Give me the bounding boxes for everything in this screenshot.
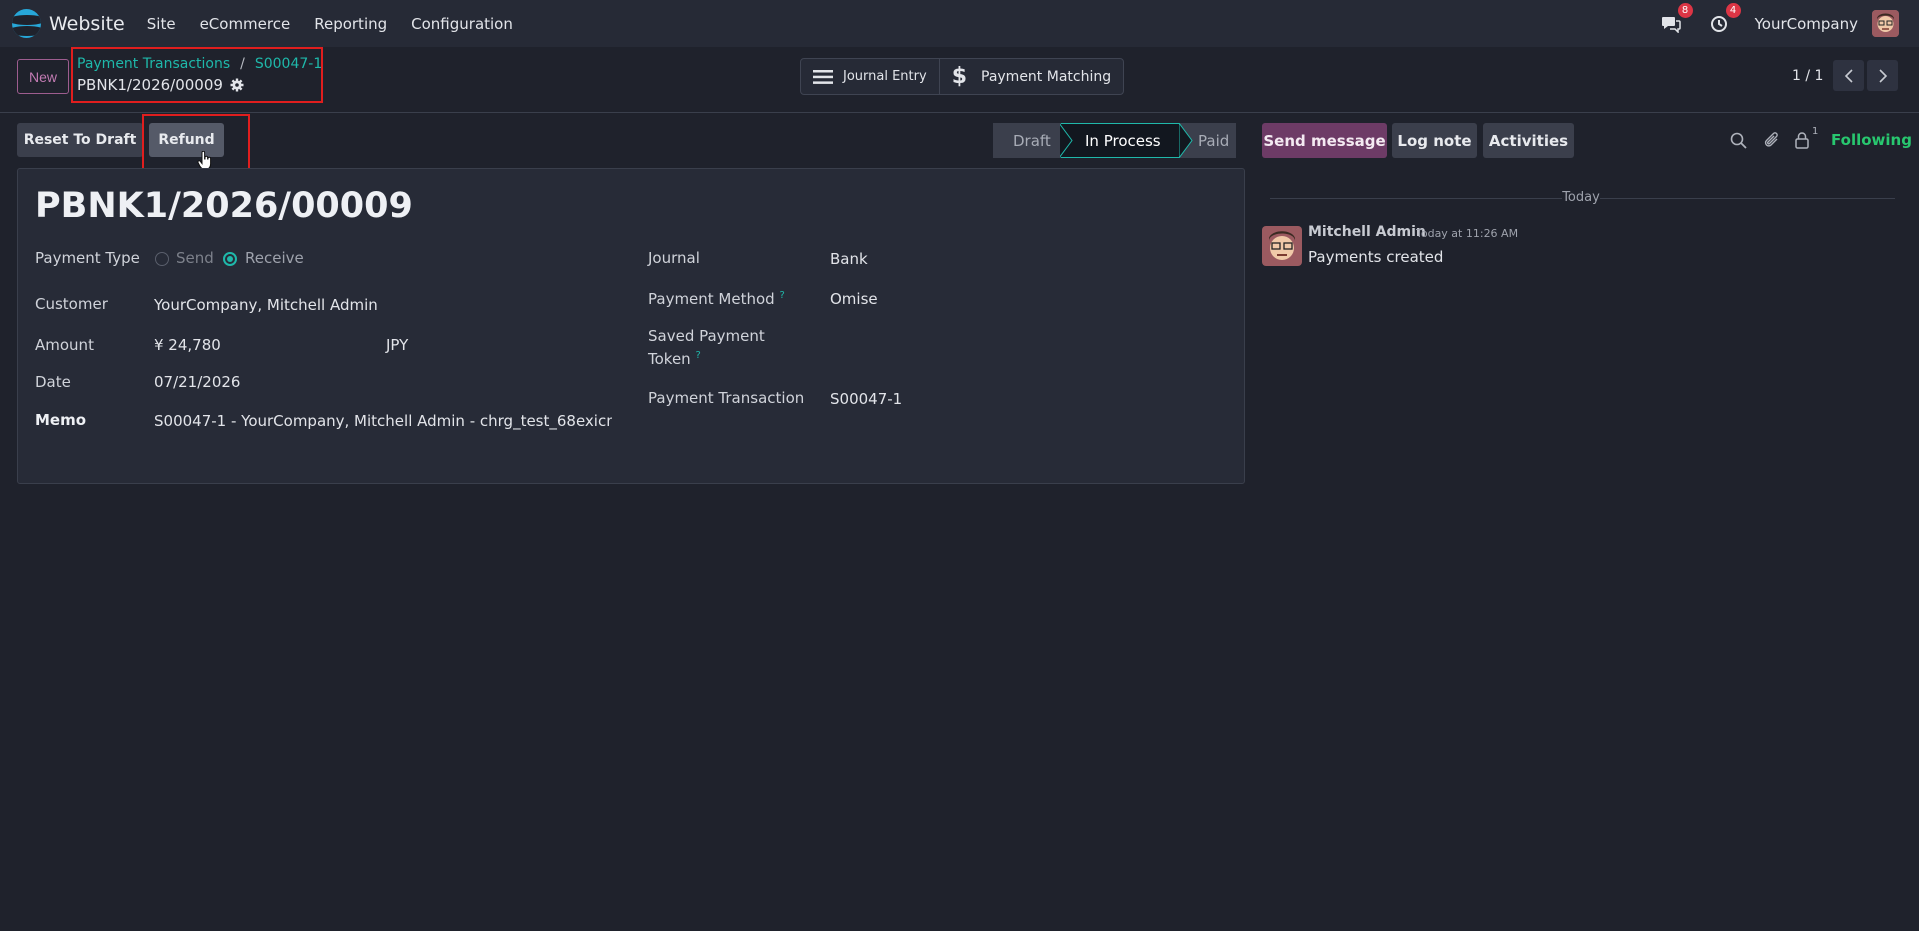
- payment-matching-button[interactable]: $ Payment Matching: [938, 59, 1123, 94]
- customer-link[interactable]: YourCompany, Mitchell Admin: [154, 296, 378, 314]
- date-label: Date: [35, 373, 71, 391]
- chat-bubbles-icon: [1661, 16, 1681, 33]
- author-avatar-icon: [1262, 226, 1302, 266]
- lock-followers-icon[interactable]: [1794, 132, 1810, 149]
- journal-entry-button[interactable]: Journal Entry: [801, 59, 939, 94]
- reset-to-draft-button[interactable]: Reset To Draft: [17, 123, 143, 157]
- control-panel: New Payment Transactions / S00047-1 PBNK…: [0, 47, 1919, 113]
- user-avatar[interactable]: [1872, 10, 1899, 37]
- message-author[interactable]: Mitchell Admin: [1308, 224, 1426, 240]
- messages-badge: 8: [1677, 2, 1693, 18]
- payment-method-label: Payment Method ?: [648, 290, 785, 308]
- date-value[interactable]: 07/21/2026: [154, 373, 240, 391]
- smart-buttons: Journal Entry $ Payment Matching: [800, 58, 1125, 95]
- breadcrumb-s00047-1[interactable]: S00047-1: [255, 56, 322, 72]
- followers-count: 1: [1812, 126, 1819, 137]
- record-name: PBNK1/2026/00009: [77, 76, 223, 94]
- payment-title: PBNK1/2026/00009: [35, 186, 413, 226]
- currency-value[interactable]: JPY: [386, 336, 408, 354]
- stage-arrow-draft: [1059, 123, 1073, 158]
- amount-value[interactable]: ¥ 24,780: [154, 336, 221, 354]
- paperclip-icon[interactable]: [1763, 132, 1780, 149]
- pager-previous-button[interactable]: [1833, 60, 1864, 91]
- message-body: Payments created: [1308, 248, 1444, 266]
- stage-in-process[interactable]: In Process: [1061, 123, 1179, 158]
- breadcrumb: Payment Transactions / S00047-1: [77, 56, 322, 72]
- menu-configuration[interactable]: Configuration: [399, 15, 525, 33]
- dollar-icon: $: [951, 64, 967, 89]
- pager-next-button[interactable]: [1867, 60, 1898, 91]
- breadcrumb-payment-transactions[interactable]: Payment Transactions: [77, 56, 230, 72]
- navbar-systray: 8 4 YourCompany: [1659, 2, 1899, 37]
- chevron-left-icon: [1844, 68, 1853, 83]
- pager-value[interactable]: 1 / 1: [1792, 68, 1823, 84]
- app-brand[interactable]: Website: [12, 9, 125, 38]
- radio-receive-label[interactable]: Receive: [245, 249, 304, 267]
- menu-ecommerce[interactable]: eCommerce: [188, 15, 303, 33]
- main-menu: Site eCommerce Reporting Configuration: [135, 15, 525, 33]
- stage-draft[interactable]: Draft: [993, 123, 1061, 158]
- website-logo-icon: [12, 9, 41, 38]
- saved-token-label-line2: Token ?: [648, 350, 701, 368]
- search-icon[interactable]: [1730, 132, 1747, 149]
- send-message-button[interactable]: Send message: [1262, 123, 1387, 158]
- memo-label: Memo: [35, 411, 87, 429]
- message-avatar[interactable]: [1262, 226, 1302, 266]
- customer-label: Customer: [35, 295, 108, 313]
- user-avatar-icon: [1872, 10, 1899, 37]
- refund-highlight-box: [142, 114, 250, 176]
- radio-send-label[interactable]: Send: [176, 249, 214, 267]
- clock-icon: [1710, 15, 1727, 32]
- day-label: Today: [1562, 190, 1600, 205]
- journal-link[interactable]: Bank: [830, 250, 868, 268]
- current-record: PBNK1/2026/00009: [77, 76, 244, 94]
- company-switcher[interactable]: YourCompany: [1755, 15, 1858, 33]
- payment-matching-label: Payment Matching: [981, 68, 1112, 85]
- activities-button[interactable]: Activities: [1483, 123, 1574, 158]
- saved-token-label-line1: Saved Payment: [648, 327, 765, 345]
- stage-arrow-in-process: [1179, 123, 1193, 158]
- messages-button[interactable]: 8: [1659, 2, 1693, 36]
- breadcrumb-separator: /: [240, 56, 245, 72]
- journal-label: Journal: [648, 249, 700, 267]
- radio-receive[interactable]: [223, 252, 237, 266]
- help-icon[interactable]: ?: [695, 350, 700, 361]
- status-bar: Draft In Process Paid: [993, 123, 1236, 158]
- radio-send[interactable]: [155, 252, 169, 266]
- app-name: Website: [49, 12, 125, 35]
- journal-entry-label: Journal Entry: [843, 69, 927, 84]
- list-icon: [813, 69, 833, 84]
- payment-transaction-label: Payment Transaction: [648, 389, 805, 407]
- payment-transaction-link[interactable]: S00047-1: [830, 390, 902, 408]
- new-button[interactable]: New: [17, 59, 69, 94]
- following-button[interactable]: Following: [1831, 131, 1912, 149]
- activities-button[interactable]: 4: [1707, 2, 1741, 36]
- help-icon[interactable]: ?: [779, 290, 784, 301]
- amount-label: Amount: [35, 336, 94, 354]
- activities-badge: 4: [1725, 2, 1741, 18]
- chevron-right-icon: [1878, 68, 1887, 83]
- payment-type-label: Payment Type: [35, 249, 140, 267]
- top-navbar: Website Site eCommerce Reporting Configu…: [0, 0, 1919, 47]
- log-note-button[interactable]: Log note: [1392, 123, 1477, 158]
- memo-value[interactable]: S00047-1 - YourCompany, Mitchell Admin -…: [154, 412, 612, 430]
- menu-reporting[interactable]: Reporting: [302, 15, 399, 33]
- gear-icon[interactable]: [230, 78, 244, 92]
- payment-method-value[interactable]: Omise: [830, 290, 878, 308]
- message-time: Today at 11:26 AM: [1416, 227, 1519, 240]
- menu-site[interactable]: Site: [135, 15, 188, 33]
